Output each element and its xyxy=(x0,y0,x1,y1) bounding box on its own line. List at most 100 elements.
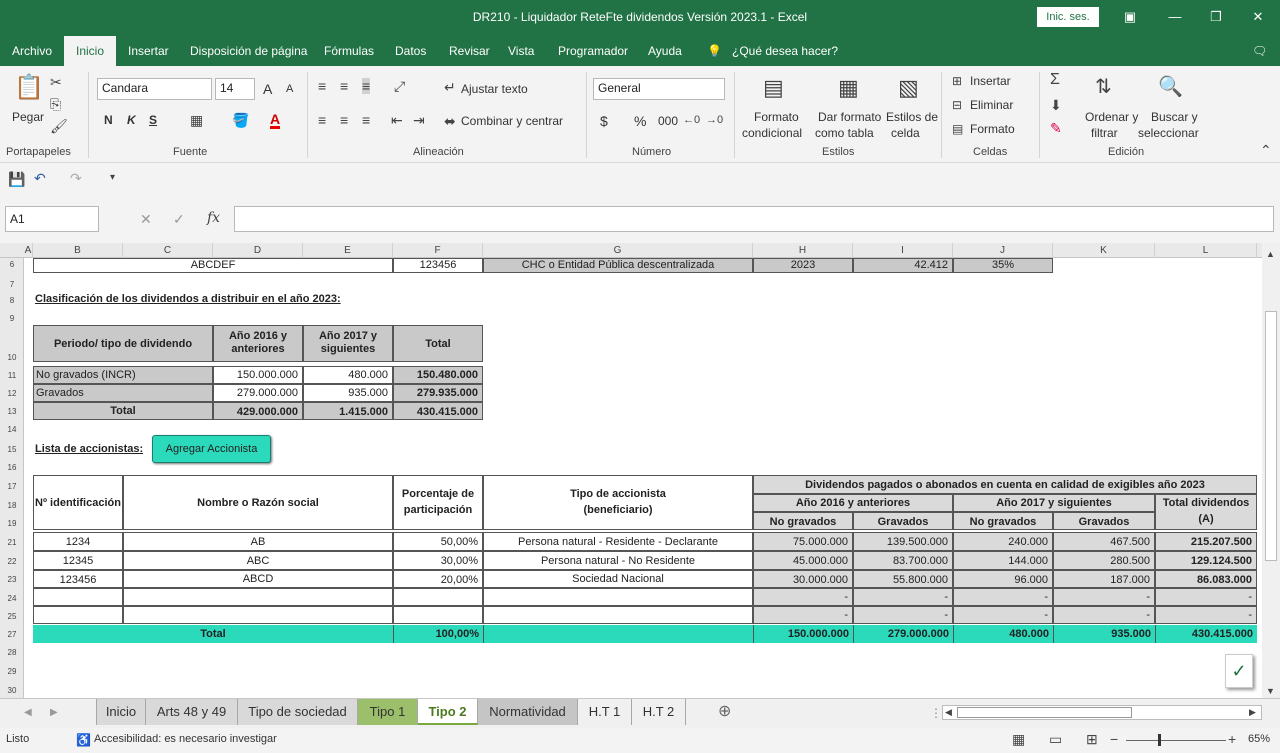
class-cell[interactable]: 279.000.000 xyxy=(213,384,303,402)
row-header[interactable]: 13 xyxy=(0,407,24,416)
fill-color-icon[interactable]: 🪣 xyxy=(232,112,249,128)
sh-type[interactable] xyxy=(483,606,753,624)
sign-in-button[interactable]: Inic. ses. xyxy=(1037,7,1099,27)
row-header[interactable]: 16 xyxy=(0,463,24,472)
redo-icon[interactable]: ↷ xyxy=(70,170,82,186)
currency-button[interactable]: $ xyxy=(600,113,608,129)
col-header-a[interactable]: A xyxy=(24,243,33,258)
row-header[interactable]: 7 xyxy=(0,280,24,289)
col-header-f[interactable]: F xyxy=(393,243,483,258)
col-header-l[interactable]: L xyxy=(1155,243,1257,258)
sh-pct[interactable] xyxy=(393,588,483,606)
scroll-down-icon[interactable]: ▼ xyxy=(1266,683,1275,699)
sheet-tab-arts[interactable]: Arts 48 y 49 xyxy=(146,699,238,725)
row-header[interactable]: 6 xyxy=(0,260,24,269)
class-cell[interactable]: 480.000 xyxy=(303,366,393,384)
sh-name[interactable] xyxy=(123,588,393,606)
tab-next-icon[interactable]: ▶ xyxy=(50,705,58,721)
find-select-button-line2[interactable]: seleccionar xyxy=(1138,126,1199,140)
scroll-up-icon[interactable]: ▲ xyxy=(1266,246,1275,262)
cell-styles-button-line2[interactable]: celda xyxy=(891,126,920,140)
row-header[interactable]: 21 xyxy=(0,538,24,547)
sh-pct[interactable] xyxy=(393,606,483,624)
row-header[interactable]: 18 xyxy=(0,501,24,510)
format-table-button-line2[interactable]: como tabla xyxy=(815,126,874,140)
col-header-k[interactable]: K xyxy=(1053,243,1155,258)
decrease-indent-icon[interactable]: ⇤ xyxy=(391,112,403,128)
row-header[interactable]: 11 xyxy=(0,371,24,380)
row-header[interactable]: 10 xyxy=(0,353,24,362)
zoom-slider-thumb[interactable] xyxy=(1158,734,1161,746)
undo-icon[interactable]: ↶ xyxy=(34,170,46,186)
sh-id[interactable]: 1234 xyxy=(33,532,123,551)
tab-prev-icon[interactable]: ◀ xyxy=(24,705,32,721)
tab-disposicion[interactable]: Disposición de página xyxy=(190,44,307,58)
tab-insertar[interactable]: Insertar xyxy=(128,44,169,58)
close-icon[interactable]: ✕ xyxy=(1243,6,1273,28)
borders-icon[interactable]: ▦ xyxy=(190,112,203,128)
sh-type[interactable]: Persona natural - Residente - Declarante xyxy=(483,532,753,551)
format-cells-button[interactable]: Formato xyxy=(970,122,1015,136)
shrink-font-button[interactable]: A xyxy=(286,83,293,95)
row-header[interactable]: 25 xyxy=(0,612,24,621)
sheet-tab-tipo-2[interactable]: Tipo 2 xyxy=(418,699,478,725)
align-middle-icon[interactable]: ≡ xyxy=(340,78,348,94)
sort-filter-button-line1[interactable]: Ordenar y xyxy=(1085,110,1138,124)
ribbon-display-icon[interactable]: ▣ xyxy=(1115,6,1145,28)
enter-icon[interactable]: ✓ xyxy=(173,211,185,227)
class-cell[interactable]: 150.000.000 xyxy=(213,366,303,384)
cell-nit[interactable]: 123456 xyxy=(393,258,483,273)
tab-archivo[interactable]: Archivo xyxy=(12,44,52,58)
wrap-text-button[interactable]: Ajustar texto xyxy=(461,82,528,96)
find-select-button-line1[interactable]: Buscar y xyxy=(1151,110,1198,124)
align-center-icon[interactable]: ≡ xyxy=(340,112,348,128)
font-size-select[interactable]: 14 xyxy=(215,78,255,100)
thousands-button[interactable]: 000 xyxy=(658,114,678,128)
increase-decimal-icon[interactable]: ←0 xyxy=(683,112,700,128)
format-painter-icon[interactable]: 🖌 xyxy=(50,118,68,134)
col-header-e[interactable]: E xyxy=(303,243,393,258)
cell-entity-type[interactable]: CHC o Entidad Pública descentralizada xyxy=(483,258,753,273)
insert-function-icon[interactable]: fx xyxy=(207,210,220,226)
tab-programador[interactable]: Programador xyxy=(558,44,628,58)
horizontal-scrollbar[interactable]: ◀ ▶ xyxy=(942,705,1262,720)
align-bottom-icon[interactable]: ≡ xyxy=(362,78,371,94)
align-left-icon[interactable]: ≡ xyxy=(318,112,326,128)
zoom-level[interactable]: 65% xyxy=(1248,733,1270,745)
sheet-tab-inicio[interactable]: Inicio xyxy=(96,699,146,725)
scroll-thumb[interactable] xyxy=(1265,311,1277,561)
sort-filter-button-line2[interactable]: filtrar xyxy=(1091,126,1118,140)
scroll-left-icon[interactable]: ◀ xyxy=(945,706,952,719)
tab-ayuda[interactable]: Ayuda xyxy=(648,44,682,58)
sh-id[interactable] xyxy=(33,606,123,624)
sheet-tab-tipo-1[interactable]: Tipo 1 xyxy=(358,699,418,725)
customize-qat-icon[interactable]: ▾ xyxy=(110,170,115,186)
conditional-format-button-line1[interactable]: Formato xyxy=(754,110,799,124)
row-header[interactable]: 22 xyxy=(0,557,24,566)
sh-id[interactable]: 123456 xyxy=(33,570,123,588)
row-header[interactable]: 14 xyxy=(0,425,24,434)
bold-button[interactable]: N xyxy=(104,113,113,127)
tell-me-search[interactable]: ¿Qué desea hacer? xyxy=(732,44,838,58)
format-table-button-line1[interactable]: Dar formato xyxy=(818,110,881,124)
sh-type[interactable] xyxy=(483,588,753,606)
grow-font-button[interactable]: A xyxy=(263,81,272,97)
decrease-decimal-icon[interactable]: →0 xyxy=(706,112,723,128)
class-cell[interactable]: 935.000 xyxy=(303,384,393,402)
scroll-right-icon[interactable]: ▶ xyxy=(1249,706,1256,719)
sh-pct[interactable]: 50,00% xyxy=(393,532,483,551)
fill-icon[interactable]: ⬇ xyxy=(1050,97,1062,113)
comments-icon[interactable]: 🗨 xyxy=(1252,44,1267,58)
formula-input[interactable] xyxy=(234,206,1274,232)
delete-cells-button[interactable]: Eliminar xyxy=(970,98,1013,112)
zoom-slider[interactable] xyxy=(1126,740,1226,741)
row-header[interactable]: 30 xyxy=(0,686,24,695)
tab-inicio[interactable]: Inicio xyxy=(64,36,117,66)
italic-button[interactable]: K xyxy=(127,113,136,127)
add-shareholder-button[interactable]: Agregar Accionista xyxy=(152,435,271,463)
sheet-tab-ht1[interactable]: H.T 1 xyxy=(578,699,632,725)
name-box[interactable]: A1 xyxy=(5,206,99,232)
conditional-format-button-line2[interactable]: condicional xyxy=(742,126,802,140)
col-header-g[interactable]: G xyxy=(483,243,753,258)
orientation-icon[interactable]: ⤢ xyxy=(394,78,405,94)
